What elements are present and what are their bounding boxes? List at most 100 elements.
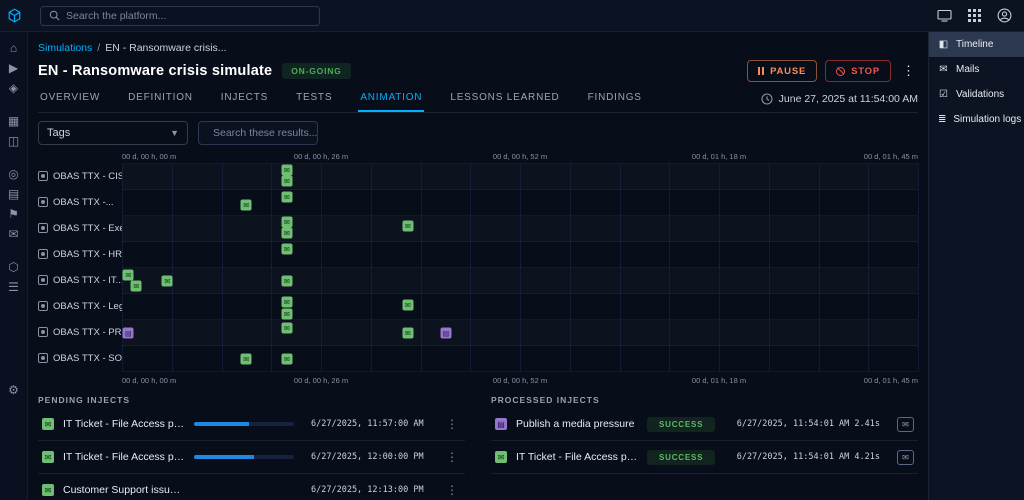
scenarios-icon[interactable]: ▦	[0, 111, 28, 131]
email-inject-icon[interactable]: ✉	[281, 309, 292, 320]
tab-overview[interactable]: OVERVIEW	[38, 86, 102, 112]
inject-details-icon[interactable]: ✉	[897, 450, 914, 465]
tab-tests[interactable]: TESTS	[294, 86, 334, 112]
axis-label: 00 d, 00 h, 26 m	[294, 376, 348, 385]
success-badge: SUCCESS	[647, 417, 715, 432]
stop-button[interactable]: STOP	[825, 60, 891, 82]
email-inject-icon[interactable]: ✉	[281, 244, 292, 255]
results-search[interactable]	[198, 121, 318, 145]
team-row-label: OBAS TTX - HR	[38, 241, 122, 267]
email-inject-icon[interactable]: ✉	[281, 165, 292, 176]
email-inject-icon[interactable]: ✉	[281, 276, 292, 287]
clock-icon	[761, 93, 773, 105]
team-icon	[38, 301, 48, 311]
tab-injects[interactable]: INJECTS	[219, 86, 270, 112]
team-icon	[38, 171, 48, 181]
tab-animation[interactable]: ANIMATION	[358, 86, 424, 112]
email-inject-icon[interactable]: ✉	[402, 300, 413, 311]
timeline-icon: ◧	[938, 39, 949, 50]
tags-filter[interactable]: Tags ▼	[38, 121, 188, 145]
media-inject-icon[interactable]: ▤	[440, 328, 451, 339]
animation-side-menu: ◧Timeline✉Mails☑Validations≣Simulation l…	[928, 32, 1024, 500]
row-menu-icon[interactable]: ⋮	[443, 483, 461, 497]
side-menu-simulation-logs[interactable]: ≣Simulation logs	[929, 107, 1024, 132]
tags-filter-label: Tags	[47, 127, 70, 139]
media-inject-icon[interactable]: ▤	[123, 328, 134, 339]
side-menu-timeline[interactable]: ◧Timeline	[929, 32, 1024, 57]
email-inject-icon[interactable]: ✉	[131, 281, 142, 292]
channels-icon[interactable]: ✉	[0, 224, 28, 244]
inject-title: IT Ticket - File Access problem...	[516, 451, 638, 463]
inject-title: Publish a media pressure	[516, 418, 638, 430]
account-icon[interactable]	[997, 8, 1012, 23]
email-inject-icon[interactable]: ✉	[241, 354, 252, 365]
row-menu-icon[interactable]: ⋮	[443, 417, 461, 431]
processed-inject-row[interactable]: ▤Publish a media pressureSUCCESS6/27/202…	[491, 408, 918, 441]
team-labels: OBAS TTX - CISOOBAS TTX -...OBAS TTX - E…	[38, 163, 122, 371]
page-title: EN - Ransomware crisis simulate	[38, 63, 272, 79]
breadcrumb-simulations[interactable]: Simulations	[38, 42, 92, 54]
email-inject-icon[interactable]: ✉	[281, 192, 292, 203]
tab-definition[interactable]: DEFINITION	[126, 86, 195, 112]
inject-details-icon[interactable]: ✉	[897, 417, 914, 432]
email-inject-icon[interactable]: ✉	[162, 276, 173, 287]
tab-lessons-learned[interactable]: LESSONS LEARNED	[448, 86, 561, 112]
email-inject-icon: ✉	[42, 418, 54, 430]
media-inject-icon: ▤	[495, 418, 507, 430]
payloads-icon[interactable]: ⬡	[0, 257, 28, 277]
gridline	[371, 164, 372, 371]
axis-label: 00 d, 00 h, 52 m	[493, 152, 547, 161]
screen-share-icon[interactable]	[937, 9, 952, 22]
results-search-input[interactable]	[213, 127, 348, 139]
pause-button[interactable]: PAUSE	[747, 60, 817, 82]
tabs-row: OVERVIEW DEFINITION INJECTS TESTS ANIMATION L…	[38, 86, 918, 113]
atomic-testing-icon[interactable]: ◈	[0, 78, 28, 98]
team-name: OBAS TTX - SOC inbox	[53, 353, 122, 364]
inject-title: IT Ticket - File Access problem...	[63, 418, 185, 430]
topbar	[28, 0, 1024, 32]
settings-icon[interactable]: ⚙	[0, 334, 28, 446]
team-row-label: OBAS TTX - PR	[38, 319, 122, 345]
logs-icon: ≣	[938, 114, 946, 125]
side-menu-mails[interactable]: ✉Mails	[929, 57, 1024, 82]
gridline	[819, 164, 820, 371]
side-menu-label: Validations	[956, 89, 1004, 100]
home-icon[interactable]: ⌂	[0, 38, 28, 58]
pending-inject-row[interactable]: ✉IT Ticket - File Access problem...6/27/…	[38, 441, 465, 474]
simulation-datetime: June 27, 2025 at 11:54:00 AM	[761, 93, 918, 105]
global-search-input[interactable]	[66, 10, 311, 22]
email-inject-icon[interactable]: ✉	[281, 217, 292, 228]
app-logo[interactable]	[0, 0, 28, 32]
header-actions: PAUSE STOP ⋮	[747, 60, 918, 82]
email-inject-icon[interactable]: ✉	[281, 323, 292, 334]
gridline	[421, 164, 422, 371]
left-navigation: ⌂▶◈ ▦◫ ◎▤⚑✉ ⬡☰ ⚙	[0, 32, 28, 500]
teams-icon[interactable]: ◎	[0, 164, 28, 184]
row-menu-icon[interactable]: ⋮	[443, 450, 461, 464]
breadcrumb-current: EN - Ransomware crisis...	[105, 42, 226, 54]
tab-findings[interactable]: FINDINGS	[586, 86, 644, 112]
email-inject-icon[interactable]: ✉	[402, 328, 413, 339]
timeline-chart: 00 d, 00 h, 00 m00 d, 00 h, 26 m00 d, 00…	[38, 151, 918, 389]
gridline	[321, 164, 322, 371]
datetime-text: June 27, 2025 at 11:54:00 AM	[779, 93, 918, 105]
email-inject-icon[interactable]: ✉	[241, 200, 252, 211]
email-inject-icon[interactable]: ✉	[281, 354, 292, 365]
documents-icon[interactable]: ▤	[0, 184, 28, 204]
integrations-icon[interactable]: ☰	[0, 277, 28, 297]
apps-grid-icon[interactable]	[968, 9, 981, 22]
global-search[interactable]	[40, 6, 320, 26]
header-menu-icon[interactable]: ⋮	[899, 63, 918, 79]
assets-icon[interactable]: ◫	[0, 131, 28, 151]
email-inject-icon[interactable]: ✉	[402, 221, 413, 232]
email-inject-icon[interactable]: ✉	[281, 297, 292, 308]
challenges-icon[interactable]: ⚑	[0, 204, 28, 224]
side-menu-validations[interactable]: ☑Validations	[929, 82, 1024, 107]
simulations-icon[interactable]: ▶	[0, 58, 28, 78]
email-inject-icon[interactable]: ✉	[281, 228, 292, 239]
email-inject-icon[interactable]: ✉	[281, 176, 292, 187]
pending-inject-row[interactable]: ✉IT Ticket - File Access problem...6/27/…	[38, 408, 465, 441]
email-inject-icon[interactable]: ✉	[123, 270, 134, 281]
processed-inject-row[interactable]: ✉IT Ticket - File Access problem...SUCCE…	[491, 441, 918, 474]
pending-inject-row[interactable]: ✉Customer Support issues noted6/27/2025,…	[38, 474, 465, 500]
